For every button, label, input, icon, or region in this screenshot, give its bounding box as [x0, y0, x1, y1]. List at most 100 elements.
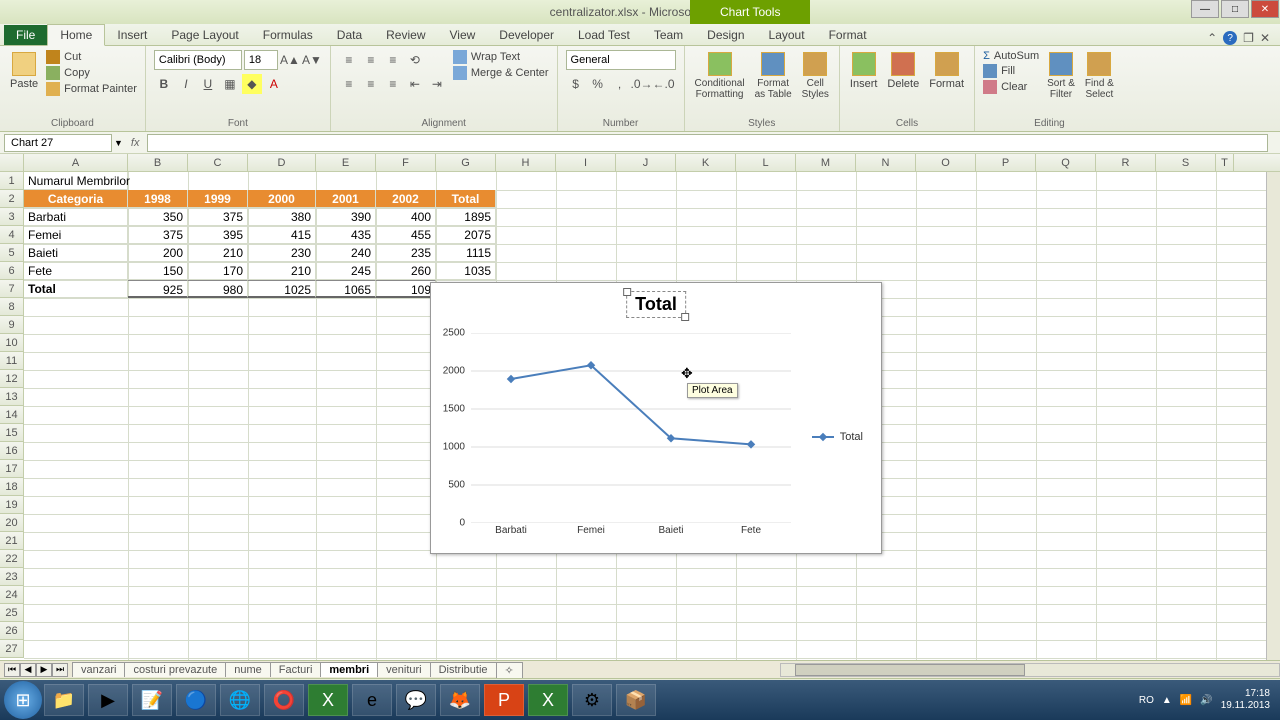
taskbar-app-icon[interactable]: 🌐 [220, 684, 260, 716]
taskbar-firefox-icon[interactable]: 🦊 [440, 684, 480, 716]
align-right-button[interactable]: ≡ [383, 74, 403, 94]
name-box[interactable] [4, 134, 112, 152]
sheet-tab[interactable]: vanzari [72, 662, 125, 677]
cell[interactable]: 1065 [316, 280, 376, 298]
cell[interactable]: Femei [24, 226, 128, 244]
row-header[interactable]: 13 [0, 388, 24, 406]
clear-button[interactable]: Clear [983, 80, 1039, 94]
cell[interactable]: 380 [248, 208, 316, 226]
tab-page-layout[interactable]: Page Layout [159, 25, 250, 45]
system-tray[interactable]: RO ▲ 📶 🔊 17:18 19.11.2013 [1139, 688, 1276, 712]
col-header[interactable]: B [128, 154, 188, 171]
autosum-button[interactable]: ΣAutoSum [983, 50, 1039, 62]
sheet-tab[interactable]: costuri prevazute [124, 662, 226, 677]
taskbar-app-icon[interactable]: 📝 [132, 684, 172, 716]
row-header[interactable]: 22 [0, 550, 24, 568]
chart-title[interactable]: Total [626, 291, 686, 318]
cell[interactable]: 260 [376, 262, 436, 280]
cell-styles-button[interactable]: Cell Styles [800, 50, 831, 102]
col-header[interactable]: G [436, 154, 496, 171]
paste-button[interactable]: Paste [8, 50, 40, 92]
cut-button[interactable]: Cut [46, 50, 137, 64]
tab-format[interactable]: Format [817, 25, 879, 45]
col-header[interactable]: I [556, 154, 616, 171]
select-all-corner[interactable] [0, 154, 24, 171]
horizontal-scrollbar[interactable] [780, 663, 1280, 677]
row-header[interactable]: 18 [0, 478, 24, 496]
namebox-dropdown-icon[interactable]: ▼ [114, 138, 123, 148]
row-header[interactable]: 24 [0, 586, 24, 604]
cell[interactable]: 1025 [248, 280, 316, 298]
font-name-input[interactable] [154, 50, 242, 70]
row-header[interactable]: 25 [0, 604, 24, 622]
row-header[interactable]: 12 [0, 370, 24, 388]
col-header[interactable]: F [376, 154, 436, 171]
align-left-button[interactable]: ≡ [339, 74, 359, 94]
row-header[interactable]: 3 [0, 208, 24, 226]
orientation-button[interactable]: ⟲ [405, 50, 425, 70]
col-header[interactable]: O [916, 154, 976, 171]
maximize-button[interactable]: □ [1221, 0, 1249, 18]
tab-data[interactable]: Data [325, 25, 374, 45]
taskbar-excel2-icon[interactable]: X [528, 684, 568, 716]
align-middle-button[interactable]: ≡ [361, 50, 381, 70]
col-header[interactable]: K [676, 154, 736, 171]
tab-nav-next[interactable]: ▶ [36, 663, 52, 677]
cell[interactable]: 109 [376, 280, 436, 298]
sheet-tab[interactable]: nume [225, 662, 271, 677]
taskbar-ie-icon[interactable]: e [352, 684, 392, 716]
cell[interactable]: 230 [248, 244, 316, 262]
row-header[interactable]: 23 [0, 568, 24, 586]
row-header[interactable]: 20 [0, 514, 24, 532]
tab-review[interactable]: Review [374, 25, 437, 45]
border-button[interactable]: ▦ [220, 74, 240, 94]
row-header[interactable]: 21 [0, 532, 24, 550]
row-header[interactable]: 5 [0, 244, 24, 262]
align-center-button[interactable]: ≡ [361, 74, 381, 94]
taskbar-explorer-icon[interactable]: 📁 [44, 684, 84, 716]
row-header[interactable]: 1 [0, 172, 24, 190]
cell[interactable]: 245 [316, 262, 376, 280]
cell[interactable]: 400 [376, 208, 436, 226]
cell[interactable]: 1895 [436, 208, 496, 226]
comma-button[interactable]: , [610, 74, 630, 94]
merge-center-button[interactable]: Merge & Center [453, 66, 549, 80]
row-header[interactable]: 10 [0, 334, 24, 352]
cell[interactable]: Total [436, 190, 496, 208]
col-header[interactable]: C [188, 154, 248, 171]
cell[interactable]: 200 [128, 244, 188, 262]
plot-area[interactable] [471, 333, 791, 523]
cell[interactable]: 240 [316, 244, 376, 262]
delete-cells-button[interactable]: Delete [885, 50, 921, 92]
shrink-font-button[interactable]: A▼ [302, 50, 322, 70]
bold-button[interactable]: B [154, 74, 174, 94]
cell[interactable]: 1999 [188, 190, 248, 208]
insert-cells-button[interactable]: Insert [848, 50, 880, 92]
col-header[interactable]: Q [1036, 154, 1096, 171]
embedded-chart[interactable]: Total 05001000150020002500 BarbatiFemeiB… [430, 282, 882, 554]
indent-increase-button[interactable]: ⇥ [427, 74, 447, 94]
sheet-tab[interactable]: Facturi [270, 662, 322, 677]
cell[interactable]: 375 [128, 226, 188, 244]
number-format-select[interactable] [566, 50, 676, 70]
taskbar-app-icon[interactable]: 💬 [396, 684, 436, 716]
minimize-ribbon-icon[interactable]: ⌃ [1207, 31, 1217, 45]
tab-layout[interactable]: Layout [757, 25, 817, 45]
scrollbar-thumb[interactable] [795, 664, 1025, 676]
increase-decimal-button[interactable]: .0→ [632, 74, 652, 94]
cell[interactable]: 2000 [248, 190, 316, 208]
fx-icon[interactable]: fx [131, 137, 140, 149]
underline-button[interactable]: U [198, 74, 218, 94]
tab-developer[interactable]: Developer [487, 25, 566, 45]
cell[interactable]: 150 [128, 262, 188, 280]
italic-button[interactable]: I [176, 74, 196, 94]
row-header[interactable]: 11 [0, 352, 24, 370]
cell[interactable]: Numarul Membrilor [24, 172, 128, 190]
cell[interactable]: 980 [188, 280, 248, 298]
tab-load-test[interactable]: Load Test [566, 25, 642, 45]
taskbar-chrome-icon[interactable]: ⭕ [264, 684, 304, 716]
font-size-input[interactable] [244, 50, 278, 70]
formula-input[interactable] [147, 134, 1268, 152]
col-header[interactable]: P [976, 154, 1036, 171]
row-header[interactable]: 4 [0, 226, 24, 244]
